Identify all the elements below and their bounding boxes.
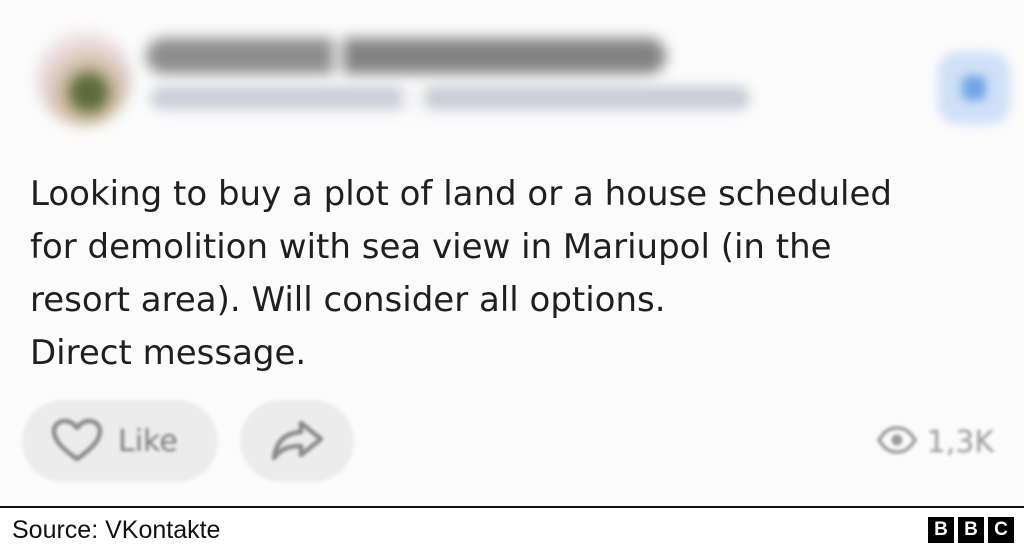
- views-count: 1,3K: [926, 424, 994, 460]
- eye-icon: [876, 425, 927, 459]
- post-meta-blurred: [150, 86, 750, 110]
- vk-post-card: Looking to buy a plot of land or a house…: [0, 0, 1024, 506]
- author-name-blurred[interactable]: [146, 38, 666, 74]
- follow-button[interactable]: [938, 52, 1010, 124]
- post-action-bar: Like 1,3K: [0, 396, 1024, 486]
- author-avatar[interactable]: [36, 30, 132, 126]
- post-text-line: Direct message.: [30, 333, 307, 373]
- bbc-logo: B B C: [928, 517, 1014, 543]
- bbc-logo-letter: C: [988, 517, 1014, 543]
- like-label: Like: [118, 423, 178, 459]
- post-text-line: Looking to buy a plot of land or a house…: [30, 174, 892, 214]
- bbc-logo-letter: B: [958, 517, 984, 543]
- like-button[interactable]: Like: [22, 400, 218, 482]
- post-text: Looking to buy a plot of land or a house…: [30, 168, 990, 380]
- share-arrow-icon: [269, 417, 325, 466]
- footer-divider: [0, 506, 1024, 508]
- views-counter: 1,3K: [876, 420, 994, 464]
- source-caption: Source: VKontakte: [12, 516, 221, 544]
- post-text-line: resort area). Will consider all options.: [30, 280, 666, 320]
- heart-icon: [50, 417, 104, 466]
- share-button[interactable]: [240, 400, 354, 482]
- bbc-logo-letter: B: [928, 517, 954, 543]
- post-text-line: for demolition with sea view in Mariupol…: [30, 227, 832, 267]
